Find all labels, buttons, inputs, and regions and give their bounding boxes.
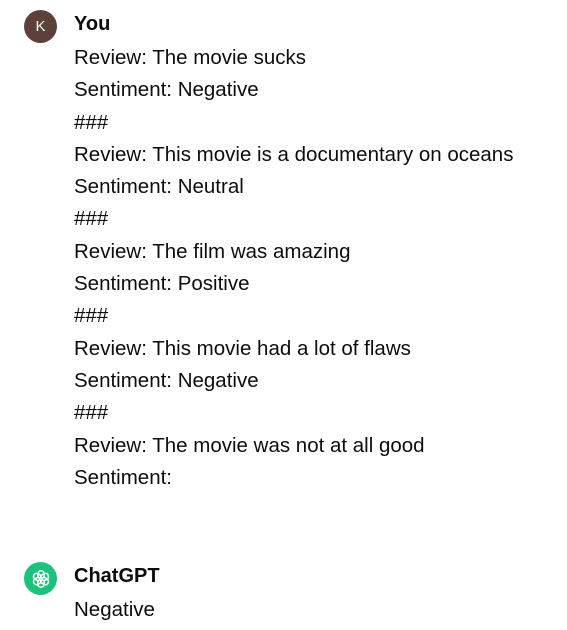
- message-line: Review: This movie is a documentary on o…: [74, 142, 514, 166]
- user-author-name: You: [74, 13, 111, 35]
- message-line: Sentiment: Negative: [74, 368, 259, 392]
- user-avatar: K: [24, 10, 57, 43]
- message-line: Negative: [74, 598, 155, 621]
- message-line: ###: [74, 207, 109, 231]
- user-message-text: Review: The movie sucks Sentiment: Negat…: [74, 42, 513, 494]
- message-line: Sentiment: Neutral: [74, 175, 244, 199]
- message-line: Sentiment: Negative: [74, 78, 259, 102]
- chatgpt-avatar: [24, 562, 57, 595]
- message-line: Review: The movie was not at all good: [74, 433, 425, 457]
- message-line: ###: [74, 304, 109, 328]
- assistant-message-text: Negative: [74, 594, 155, 626]
- message-line: Review: The film was amazing: [74, 239, 351, 263]
- message-line: Review: This movie had a lot of flaws: [74, 336, 411, 360]
- assistant-author-name: ChatGPT: [74, 565, 160, 587]
- message-line: ###: [74, 110, 109, 134]
- message-line: ###: [74, 401, 109, 425]
- message-line: Sentiment:: [74, 465, 172, 489]
- message-line: Review: The movie sucks: [74, 46, 307, 69]
- user-avatar-letter: K: [35, 18, 46, 35]
- message-line: Sentiment: Positive: [74, 272, 250, 296]
- openai-logo-icon: [32, 569, 49, 588]
